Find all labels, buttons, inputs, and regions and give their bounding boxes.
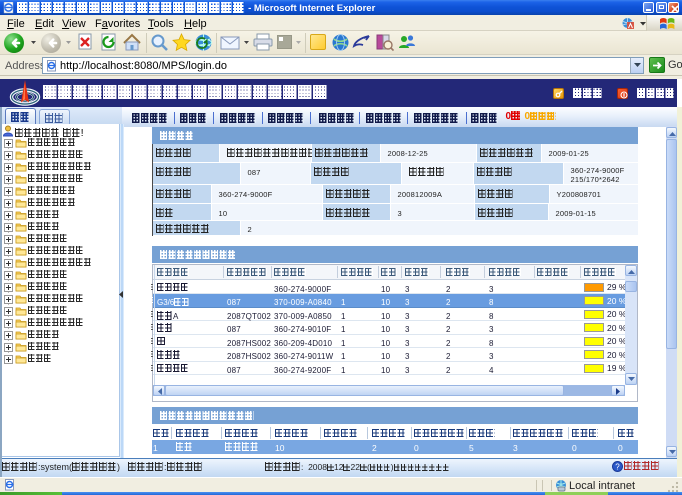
svg-text:?: ? <box>615 463 620 472</box>
